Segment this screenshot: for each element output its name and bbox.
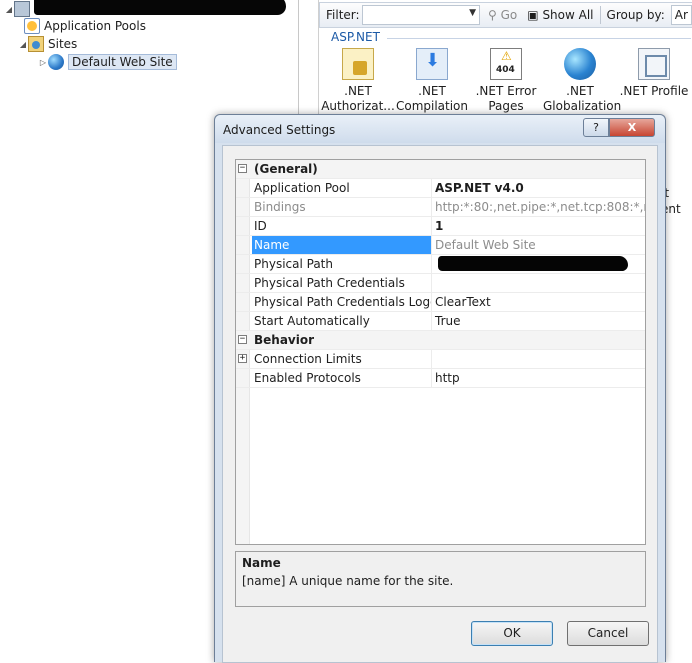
show-all-icon: ▣ <box>527 8 539 22</box>
tree-item-application-pools[interactable]: Application Pools <box>24 17 146 35</box>
application-pools-icon <box>24 18 40 34</box>
tree-item-sites[interactable]: ◢ Sites <box>18 35 77 53</box>
tree-item-server[interactable]: ◢ <box>4 0 34 18</box>
go-button[interactable]: ⚲ Go <box>488 8 517 22</box>
filter-toolbar: Filter: ▼ ⚲ Go ▣ Show All Group by: Ar <box>319 2 692 28</box>
property-row-physical-path-credentials-logon-type[interactable]: Physical Path Credentials Logon T ClearT… <box>236 293 645 312</box>
property-name: Connection Limits <box>252 350 432 368</box>
feature-label: .NET Authorizat... <box>321 84 395 113</box>
profile-icon <box>638 48 670 80</box>
section-title: ASP.NET <box>331 30 380 44</box>
description-text: [name] A unique name for the site. <box>242 574 454 588</box>
feature-label: .NET Globalization <box>543 84 622 113</box>
property-value[interactable]: http <box>432 369 645 387</box>
download-arrow-icon <box>416 48 448 80</box>
property-row-physical-path[interactable]: Physical Path <box>236 255 645 274</box>
property-name: ID <box>252 217 432 235</box>
group-by-label: Group by: <box>606 8 665 22</box>
collapse-icon[interactable]: − <box>238 335 247 344</box>
sites-folder-icon <box>28 36 44 52</box>
property-name: Name <box>252 236 432 254</box>
help-button[interactable]: ? <box>583 118 609 137</box>
collapse-triangle-icon[interactable]: ◢ <box>18 40 28 49</box>
binoculars-icon: ⚲ <box>488 8 497 22</box>
dialog-title: Advanced Settings <box>223 123 336 137</box>
close-button[interactable]: X <box>609 118 655 137</box>
property-name: Bindings <box>252 198 432 216</box>
group-by-select[interactable]: Ar <box>670 5 692 25</box>
expand-triangle-icon[interactable]: ▷ <box>38 58 48 67</box>
property-value[interactable] <box>432 350 645 368</box>
category-behavior[interactable]: − Behavior <box>236 331 645 350</box>
property-value[interactable]: True <box>432 312 645 330</box>
redacted-physical-path <box>438 256 628 271</box>
dialog-titlebar[interactable]: Advanced Settings ? X <box>215 115 665 143</box>
category-general[interactable]: − (General) <box>236 160 645 179</box>
property-grid: − (General) Application Pool ASP.NET v4.… <box>235 159 646 545</box>
tree-item-label: Sites <box>48 37 78 51</box>
ok-button[interactable]: OK <box>471 621 553 646</box>
property-value[interactable]: ClearText <box>432 293 645 311</box>
property-row-name[interactable]: Name Default Web Site <box>236 236 645 255</box>
property-name: Start Automatically <box>252 312 432 330</box>
property-description-pane: Name [name] A unique name for the site. <box>235 551 646 607</box>
globe-icon <box>564 48 596 80</box>
property-row-id[interactable]: ID 1 <box>236 217 645 236</box>
property-row-physical-path-credentials[interactable]: Physical Path Credentials <box>236 274 645 293</box>
tree-item-label: Application Pools <box>44 19 146 33</box>
feature-label: .NET Profile <box>619 84 689 98</box>
property-row-connection-limits[interactable]: + Connection Limits <box>236 350 645 369</box>
property-value[interactable]: ASP.NET v4.0 <box>432 179 645 197</box>
chevron-down-icon[interactable]: ▼ <box>469 8 476 18</box>
cancel-button[interactable]: Cancel <box>567 621 649 646</box>
show-all-label: Show All <box>542 8 594 22</box>
property-name: Physical Path <box>252 255 432 273</box>
property-name: Application Pool <box>252 179 432 197</box>
category-label: Behavior <box>254 333 315 347</box>
tree-item-label: Default Web Site <box>68 54 177 70</box>
property-row-start-automatically[interactable]: Start Automatically True <box>236 312 645 331</box>
feature-net-compilation[interactable]: .NET Compilation <box>395 48 469 114</box>
expand-icon[interactable]: + <box>238 354 247 363</box>
property-name: Physical Path Credentials Logon T <box>254 293 432 311</box>
collapse-triangle-icon[interactable]: ◢ <box>4 5 14 14</box>
property-row-enabled-protocols[interactable]: Enabled Protocols http <box>236 369 645 388</box>
property-value[interactable] <box>432 255 645 273</box>
dialog-body: − (General) Application Pool ASP.NET v4.… <box>222 145 658 663</box>
property-value[interactable]: 1 <box>432 217 645 235</box>
description-title: Name <box>242 556 281 570</box>
go-label: Go <box>500 8 518 22</box>
server-icon <box>14 1 30 17</box>
property-value[interactable] <box>432 274 645 292</box>
property-row-application-pool[interactable]: Application Pool ASP.NET v4.0 <box>236 179 645 198</box>
feature-net-authorization[interactable]: .NET Authorizat... <box>321 48 395 114</box>
lock-icon <box>342 48 374 80</box>
tree-item-default-web-site[interactable]: ▷ Default Web Site <box>38 53 177 71</box>
filter-label: Filter: <box>326 8 360 22</box>
error-404-icon <box>490 48 522 80</box>
collapse-icon[interactable]: − <box>238 164 247 173</box>
property-row-bindings[interactable]: Bindings http:*:80:,net.pipe:*,net.tcp:8… <box>236 198 645 217</box>
category-label: (General) <box>254 162 318 176</box>
show-all-button[interactable]: ▣ Show All <box>527 8 593 22</box>
feature-label: .NET Compilation <box>395 84 469 113</box>
redacted-server-name <box>34 0 286 15</box>
feature-net-globalization[interactable]: .NET Globalization <box>543 48 622 114</box>
property-name: Enabled Protocols <box>252 369 432 387</box>
property-name: Physical Path Credentials <box>252 274 432 292</box>
feature-net-error-pages[interactable]: .NET Error Pages <box>469 48 543 114</box>
website-globe-icon <box>48 54 64 70</box>
toolbar-separator <box>599 6 601 24</box>
property-value[interactable]: Default Web Site <box>432 236 645 254</box>
property-value[interactable]: http:*:80:,net.pipe:*,net.tcp:808:*,net.… <box>432 198 645 216</box>
feature-label: .NET Error Pages <box>475 84 537 113</box>
section-divider <box>387 38 691 39</box>
feature-net-profile[interactable]: .NET Profile <box>617 48 691 99</box>
advanced-settings-dialog: Advanced Settings ? X − (General) Applic… <box>214 114 666 663</box>
filter-input[interactable]: ▼ <box>362 5 480 25</box>
